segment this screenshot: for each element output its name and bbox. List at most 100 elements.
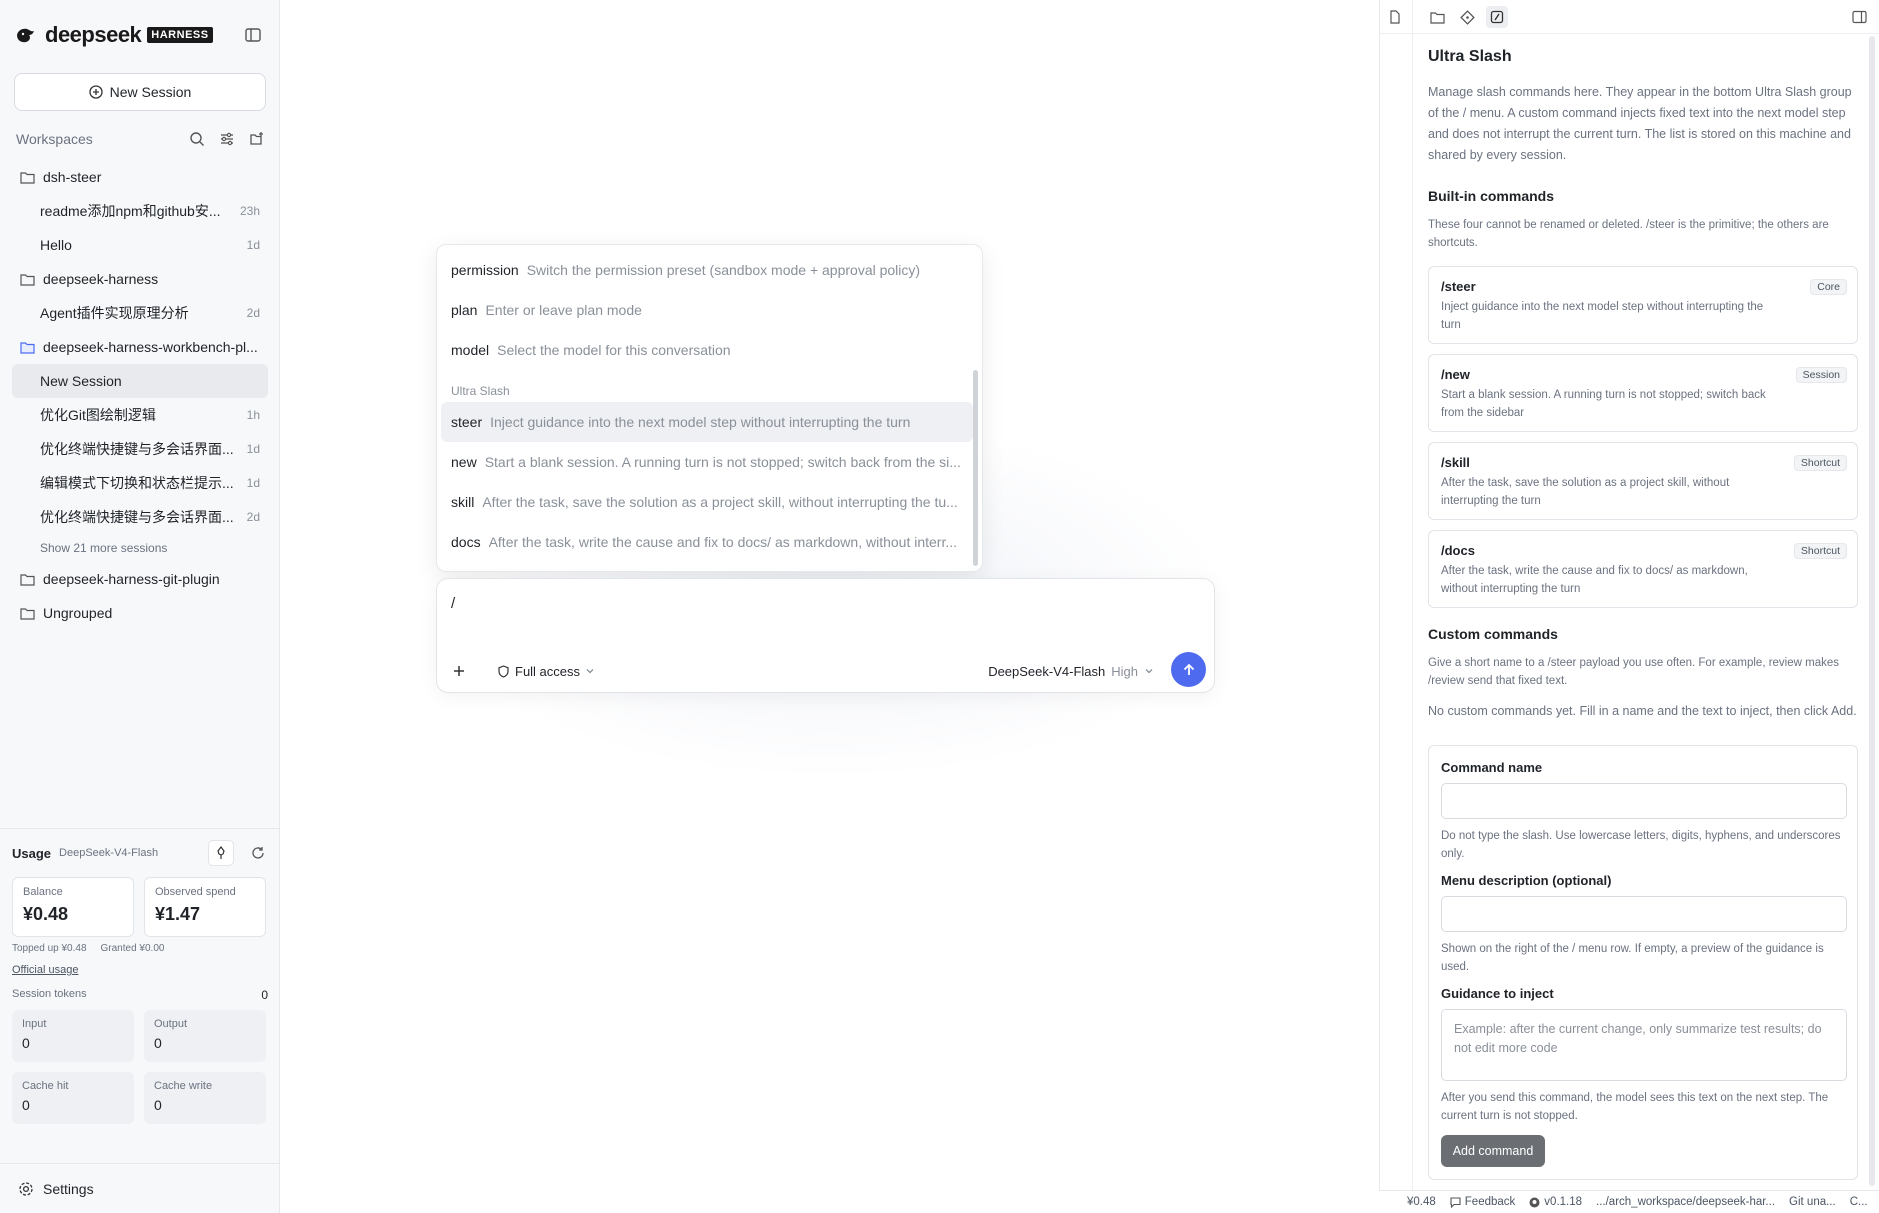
ultra-slash-panel: Ultra Slash Manage slash commands here. … <box>1379 0 1879 1213</box>
panel-divider <box>1412 0 1413 1195</box>
session-title: 编辑模式下切换和状态栏提示... <box>40 475 234 491</box>
builtin-desc: These four cannot be renamed or deleted.… <box>1428 219 1829 249</box>
builtin-command-card: /skill After the task, save the solution… <box>1428 442 1858 520</box>
search-icon[interactable] <box>188 130 206 148</box>
spend-label: Observed spend <box>155 886 236 898</box>
session-title: readme添加npm和github安... <box>40 203 221 219</box>
version-link[interactable]: v0.1.18 <box>1529 1196 1582 1208</box>
workspace-folder[interactable]: dsh-steer <box>12 160 268 194</box>
session-item[interactable]: readme添加npm和github安... 23h <box>12 194 268 228</box>
git-icon[interactable] <box>1456 6 1478 28</box>
folder-icon <box>20 573 35 586</box>
model-selector[interactable]: DeepSeek-V4-Flash High <box>988 659 1154 683</box>
plus-icon <box>454 666 464 676</box>
new-folder-icon[interactable] <box>248 130 266 148</box>
add-command-button[interactable]: Add command <box>1441 1135 1545 1167</box>
workspace-folder-open[interactable]: deepseek-harness-workbench-pl... <box>12 330 268 364</box>
command-tag: Shortcut <box>1793 543 1847 559</box>
session-item[interactable]: Agent插件实现原理分析 2d <box>12 296 268 330</box>
slash-menu-item[interactable]: skill After the task, save the solution a… <box>441 482 973 522</box>
gear-icon <box>19 1181 33 1196</box>
session-title: 优化终端快捷键与多会话界面... <box>40 441 234 457</box>
pin-icon <box>217 846 225 859</box>
command-name-input[interactable] <box>1441 783 1847 819</box>
session-item[interactable]: 优化终端快捷键与多会话界面... 1d <box>12 432 268 466</box>
command-name: /new <box>1441 367 1470 382</box>
workspace-folder[interactable]: Ungrouped <box>12 596 268 630</box>
github-icon <box>1529 1197 1540 1207</box>
access-selector[interactable]: Full access <box>497 659 595 683</box>
session-item[interactable]: Hello 1d <box>12 228 268 262</box>
command-name-hint: Do not type the slash. Use lowercase let… <box>1441 830 1841 860</box>
attach-button[interactable] <box>447 659 471 683</box>
send-button[interactable] <box>1171 652 1206 687</box>
guidance-label: Guidance to inject <box>1441 986 1554 1001</box>
menu-description: Switch the permission preset (sandbox mo… <box>526 262 921 278</box>
filter-icon[interactable] <box>218 130 236 148</box>
workspace-folder[interactable]: deepseek-harness-git-plugin <box>12 562 268 596</box>
slash-menu-item[interactable]: new Start a blank session. A running turn… <box>441 442 973 482</box>
menu-description-input[interactable] <box>1441 896 1847 932</box>
cache-hit-label: Cache hit <box>22 1080 69 1092</box>
session-item[interactable]: 优化终端快捷键与多会话界面... 2d <box>12 500 268 534</box>
workspace-path[interactable]: .../arch_workspace/deepseek-har... <box>1596 1196 1775 1208</box>
custom-title: Custom commands <box>1428 626 1558 642</box>
refresh-button[interactable] <box>248 840 268 866</box>
guidance-hint: After you send this command, the model s… <box>1441 1092 1829 1122</box>
workspace-folder[interactable]: deepseek-harness <box>12 262 268 296</box>
usage-label: Usage <box>12 845 52 861</box>
slash-command-icon[interactable] <box>1486 6 1508 28</box>
panel-toggle-icon[interactable] <box>1848 6 1870 28</box>
empty-note: No custom commands yet. Fill in a name a… <box>1428 704 1857 718</box>
chevron-down-icon <box>1145 669 1153 674</box>
menu-command: docs <box>451 534 481 550</box>
command-description: Start a blank session. A running turn is… <box>1441 389 1766 419</box>
session-item[interactable]: 编辑模式下切换和状态栏提示... 1d <box>12 466 268 500</box>
menu-description: Start a blank session. A running turn is… <box>484 454 961 470</box>
slash-menu-item[interactable]: model Select the model for this conversat… <box>441 330 973 370</box>
brand[interactable]: deepseek HARNESS <box>15 22 213 48</box>
slash-menu-item[interactable]: permission Switch the permission preset (… <box>441 250 973 290</box>
menu-command: steer <box>451 414 483 430</box>
panel-content: Ultra Slash Manage slash commands here. … <box>1428 48 1858 1180</box>
guidance-textarea[interactable]: Example: after the current change, only … <box>1441 1009 1847 1081</box>
official-usage-link[interactable]: Official usage <box>12 964 78 976</box>
slash-menu-item[interactable]: plan Enter or leave plan mode <box>441 290 973 330</box>
session-age: 2d <box>246 510 260 524</box>
status-more[interactable]: C... <box>1850 1196 1868 1208</box>
folder-icon[interactable] <box>1426 6 1448 28</box>
pin-button[interactable] <box>208 840 234 866</box>
output-tokens: Output 0 <box>144 1010 266 1062</box>
command-tag: Session <box>1795 367 1847 383</box>
workspaces-label: Workspaces <box>16 131 93 147</box>
feedback-label: Feedback <box>1464 1196 1516 1208</box>
input-label: Input <box>22 1018 47 1030</box>
session-tokens-total: 0 <box>261 988 268 1002</box>
builtin-command-card: /steer Inject guidance into the next mod… <box>1428 266 1858 344</box>
slash-menu-item-selected[interactable]: steer Inject guidance into the next model… <box>441 402 973 442</box>
usage-model: DeepSeek-V4-Flash <box>59 847 159 859</box>
settings-button[interactable]: Settings <box>0 1163 280 1213</box>
command-tag: Shortcut <box>1793 455 1847 471</box>
session-title: 优化Git图绘制逻辑 <box>40 407 156 423</box>
slash-menu-item[interactable]: docs After the task, write the cause and … <box>441 522 973 562</box>
composer-input[interactable]: / <box>451 595 455 612</box>
session-item[interactable]: 优化Git图绘制逻辑 1h <box>12 398 268 432</box>
file-icon[interactable] <box>1384 6 1406 28</box>
collapse-sidebar-button[interactable] <box>242 24 264 46</box>
session-item-active[interactable]: New Session <box>12 364 268 398</box>
session-title: Hello <box>40 237 72 253</box>
panel-scrollbar[interactable] <box>1869 36 1875 1186</box>
session-tokens-label: Session tokens <box>12 988 87 1000</box>
session-title: New Session <box>40 373 122 389</box>
granted-text: Granted ¥0.00 <box>100 943 165 954</box>
git-status[interactable]: Git una... <box>1789 1196 1836 1208</box>
new-session-button[interactable]: New Session <box>14 73 266 111</box>
show-more-sessions-link[interactable]: Show 21 more sessions <box>12 534 268 562</box>
status-bar: ¥0.48 Feedback v0.1.18 .../arch_workspac… <box>1379 1190 1879 1213</box>
feedback-link[interactable]: Feedback <box>1450 1196 1516 1208</box>
new-session-label: New Session <box>109 84 192 100</box>
custom-command-form: Command name Do not type the slash. Use … <box>1428 745 1858 1180</box>
command-description: After the task, save the solution as a p… <box>1441 477 1730 507</box>
menu-scrollbar[interactable] <box>973 370 978 566</box>
